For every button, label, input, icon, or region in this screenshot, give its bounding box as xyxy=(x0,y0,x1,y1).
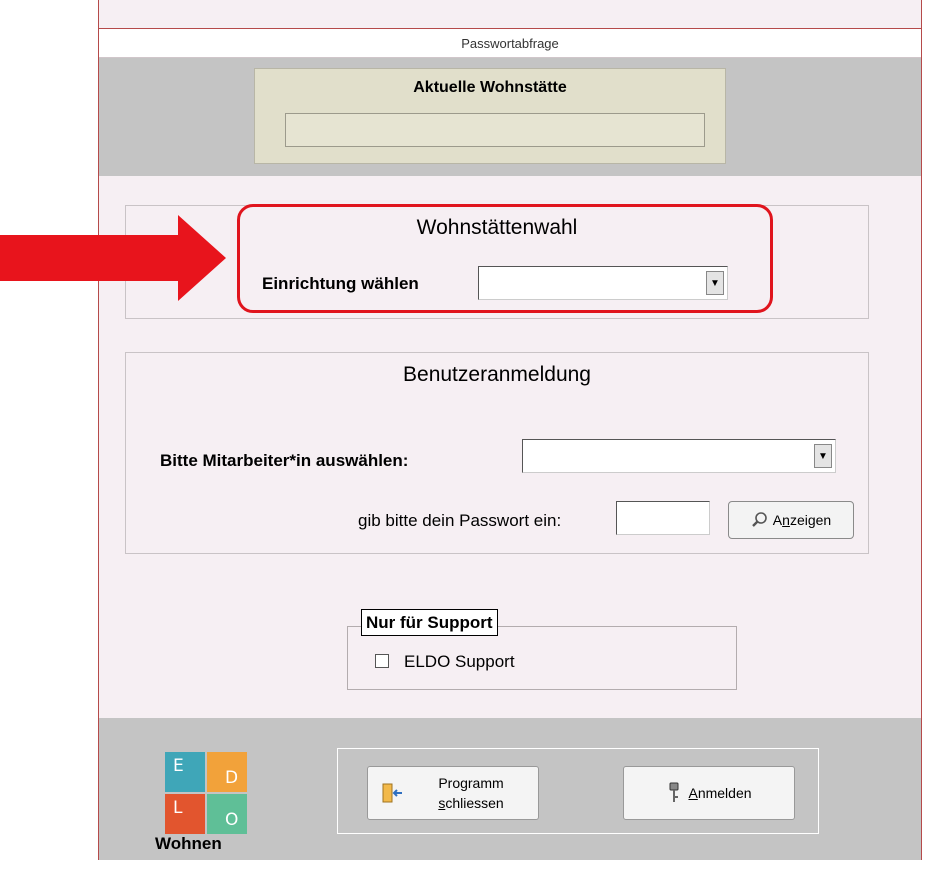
current-site-panel: Aktuelle Wohnstätte xyxy=(254,68,726,164)
exit-program-button[interactable]: Programm schliessen xyxy=(367,766,539,820)
chevron-down-icon[interactable]: ▼ xyxy=(814,444,832,468)
exit-program-label: Programm schliessen xyxy=(438,775,504,811)
window-title: Passwortabfrage xyxy=(99,28,921,58)
password-dialog: Passwortabfrage Aktuelle Wohnstätte Wohn… xyxy=(98,0,922,860)
key-icon xyxy=(669,782,679,802)
staff-label: Bitte Mitarbeiter*in auswählen: xyxy=(160,451,409,470)
red-arrow-annotation xyxy=(0,215,226,301)
logo-tile-o: O xyxy=(207,794,247,834)
magnifier-icon xyxy=(751,512,767,527)
login-label: Anmelden xyxy=(688,785,752,801)
password-input[interactable] xyxy=(616,501,710,535)
current-site-label: Aktuelle Wohnstätte xyxy=(413,79,567,96)
user-login-frame: Benutzeranmeldung Bitte Mitarbeiter*in a… xyxy=(125,352,869,554)
password-label: gib bitte dein Passwort ein: xyxy=(358,511,562,530)
user-login-title: Benutzeranmeldung xyxy=(403,363,591,386)
logo-text: Wohnen xyxy=(155,834,222,853)
highlight-annotation xyxy=(237,204,773,313)
staff-select[interactable]: ▼ xyxy=(522,439,836,473)
eldo-logo: E D L O xyxy=(165,752,249,836)
eldo-support-label[interactable]: ELDO Support xyxy=(404,652,515,672)
support-legend: Nur für Support xyxy=(361,609,498,636)
current-site-field xyxy=(285,113,705,147)
show-password-button[interactable]: Anzeigen xyxy=(728,501,854,539)
logo-tile-l: L xyxy=(165,794,205,834)
eldo-support-checkbox[interactable] xyxy=(375,654,389,668)
page-background xyxy=(0,0,90,881)
logo-tile-e: E xyxy=(165,752,205,792)
exit-door-icon xyxy=(382,783,402,803)
footer-band: E D L O Wohnen Programm schliessen Anmel… xyxy=(99,718,921,860)
logo-tile-d: D xyxy=(207,752,247,792)
show-password-label: Anzeigen xyxy=(772,512,832,528)
login-button[interactable]: Anmelden xyxy=(623,766,795,820)
header-band: Aktuelle Wohnstätte xyxy=(99,58,921,176)
